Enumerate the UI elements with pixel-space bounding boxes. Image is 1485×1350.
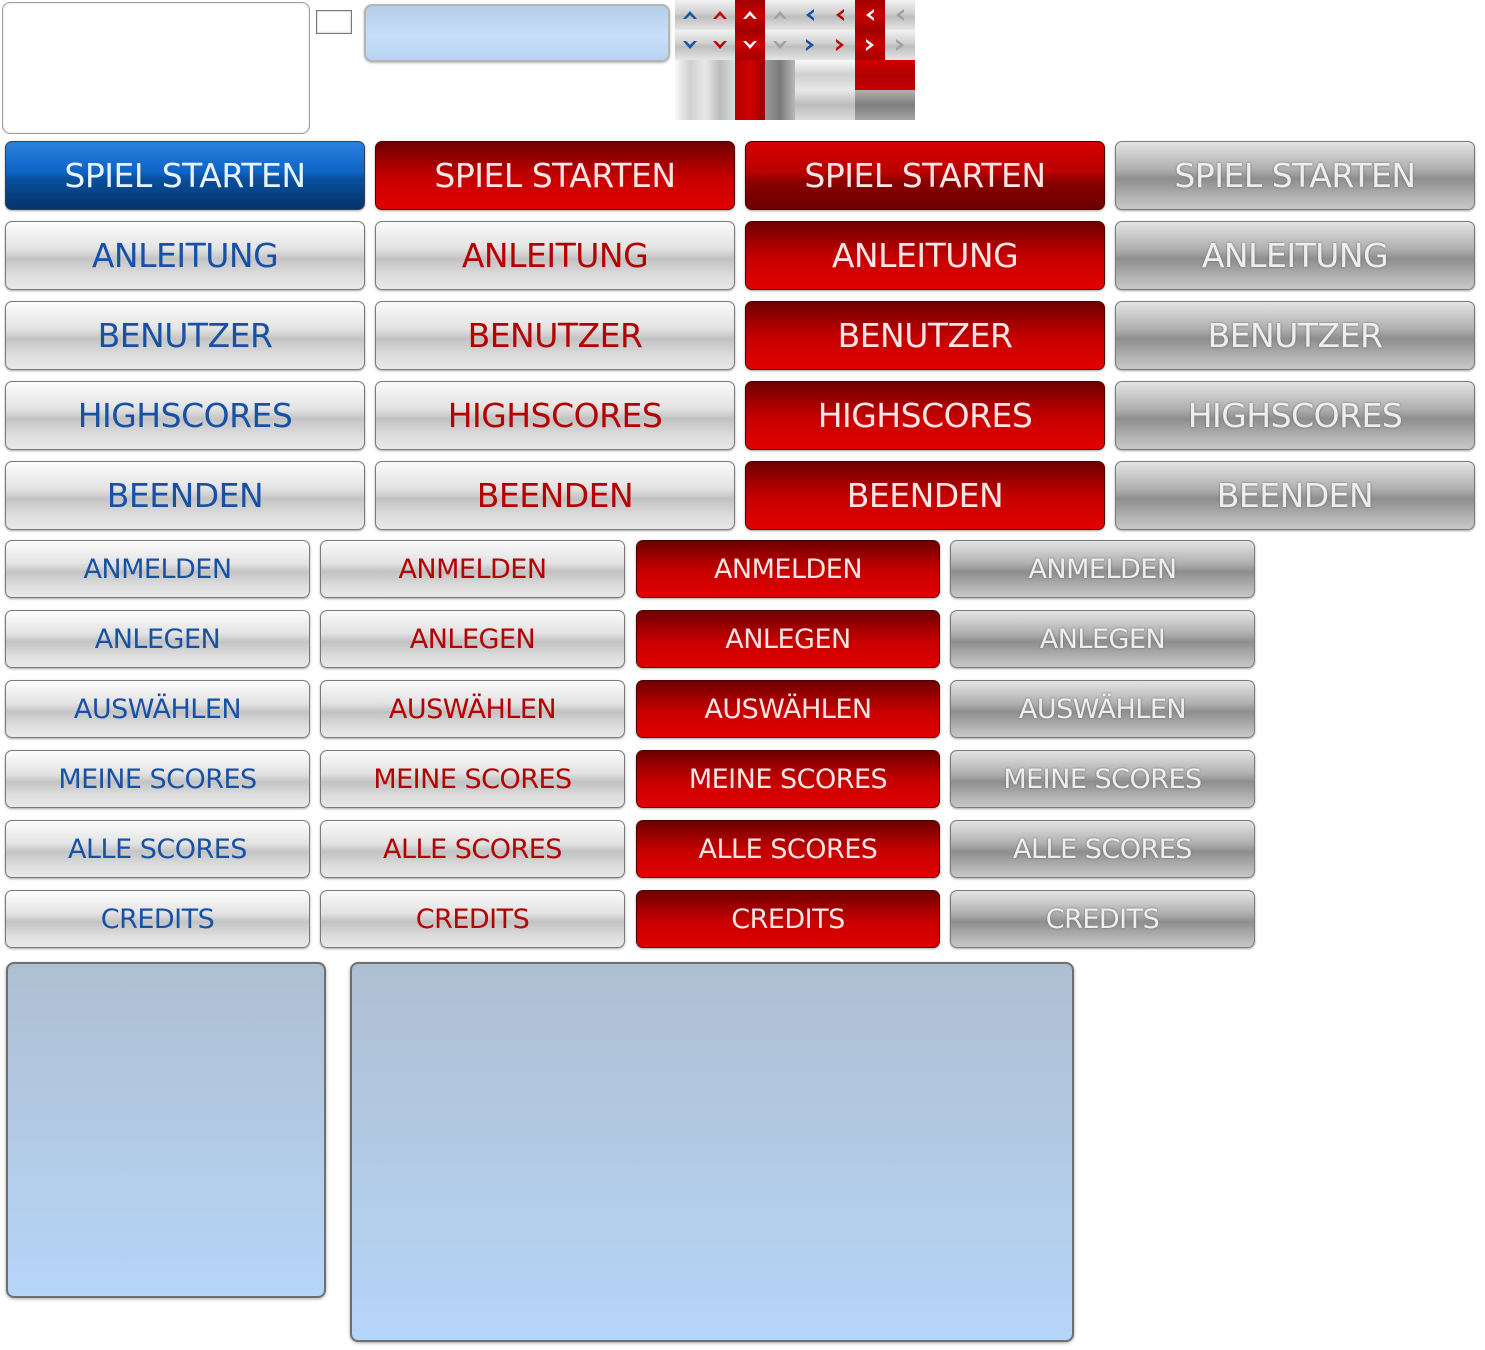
arrow-left-icon[interactable]	[825, 0, 855, 30]
meine-scores-button-hover[interactable]: MEINE SCORES	[320, 750, 625, 808]
anlegen-button-pressed[interactable]: ANLEGEN	[636, 610, 940, 668]
content-panel	[350, 962, 1074, 1342]
arrow-up-icon[interactable]	[675, 0, 705, 30]
scrollbar-track-vertical[interactable]	[675, 60, 705, 120]
auswaehlen-button[interactable]: AUSWÄHLEN	[5, 680, 310, 738]
auswaehlen-button-disabled: AUSWÄHLEN	[950, 680, 1255, 738]
scrollbar-thumb-vertical	[765, 60, 795, 120]
anleitung-button[interactable]: ANLEITUNG	[5, 221, 365, 290]
benutzer-button[interactable]: BENUTZER	[5, 301, 365, 370]
arrow-right-icon[interactable]	[825, 30, 855, 60]
arrow-down-icon[interactable]	[705, 30, 735, 60]
arrow-sprite-sheet	[675, 0, 915, 120]
alle-scores-button-hover[interactable]: ALLE SCORES	[320, 820, 625, 878]
highscores-button-disabled: HIGHSCORES	[1115, 381, 1475, 450]
anmelden-button[interactable]: ANMELDEN	[5, 540, 310, 598]
scrollbar-track-horizontal[interactable]	[795, 60, 855, 90]
arrow-up-icon[interactable]	[735, 0, 765, 30]
alle-scores-button-pressed[interactable]: ALLE SCORES	[636, 820, 940, 878]
spiel-starten-button-disabled: SPIEL STARTEN	[1115, 141, 1475, 210]
beenden-button-hover[interactable]: BEENDEN	[375, 461, 735, 530]
anmelden-button-pressed[interactable]: ANMELDEN	[636, 540, 940, 598]
arrow-up-icon[interactable]	[705, 0, 735, 30]
benutzer-button-disabled: BENUTZER	[1115, 301, 1475, 370]
credits-button-disabled: CREDITS	[950, 890, 1255, 948]
auswaehlen-button-pressed[interactable]: AUSWÄHLEN	[636, 680, 940, 738]
text-input-field[interactable]	[364, 4, 670, 62]
benutzer-button-hover[interactable]: BENUTZER	[375, 301, 735, 370]
highscores-button[interactable]: HIGHSCORES	[5, 381, 365, 450]
arrow-left-icon	[885, 0, 915, 30]
spiel-starten-button-hover[interactable]: SPIEL STARTEN	[375, 141, 735, 210]
credits-button-pressed[interactable]: CREDITS	[636, 890, 940, 948]
arrow-left-icon[interactable]	[795, 0, 825, 30]
anleitung-button-pressed[interactable]: ANLEITUNG	[745, 221, 1105, 290]
anlegen-button[interactable]: ANLEGEN	[5, 610, 310, 668]
alle-scores-button[interactable]: ALLE SCORES	[5, 820, 310, 878]
alle-scores-button-disabled: ALLE SCORES	[950, 820, 1255, 878]
meine-scores-button-disabled: MEINE SCORES	[950, 750, 1255, 808]
arrow-down-icon[interactable]	[675, 30, 705, 60]
spiel-starten-button-pressed[interactable]: SPIEL STARTEN	[745, 141, 1105, 210]
highscores-button-hover[interactable]: HIGHSCORES	[375, 381, 735, 450]
arrow-down-icon	[765, 30, 795, 60]
anleitung-button-hover[interactable]: ANLEITUNG	[375, 221, 735, 290]
benutzer-button-pressed[interactable]: BENUTZER	[745, 301, 1105, 370]
checkbox[interactable]	[316, 10, 352, 34]
highscores-button-pressed[interactable]: HIGHSCORES	[745, 381, 1105, 450]
credits-button-hover[interactable]: CREDITS	[320, 890, 625, 948]
anlegen-button-hover[interactable]: ANLEGEN	[320, 610, 625, 668]
arrow-right-icon	[885, 30, 915, 60]
meine-scores-button[interactable]: MEINE SCORES	[5, 750, 310, 808]
auswaehlen-button-hover[interactable]: AUSWÄHLEN	[320, 680, 625, 738]
scrollbar-thumb-horizontal[interactable]	[855, 60, 915, 90]
arrow-left-icon[interactable]	[855, 0, 885, 30]
scrollbar-track-horizontal[interactable]	[795, 90, 855, 120]
arrow-right-icon[interactable]	[795, 30, 825, 60]
anlegen-button-disabled: ANLEGEN	[950, 610, 1255, 668]
arrow-up-icon	[765, 0, 795, 30]
anleitung-button-disabled: ANLEITUNG	[1115, 221, 1475, 290]
meine-scores-button-pressed[interactable]: MEINE SCORES	[636, 750, 940, 808]
beenden-button[interactable]: BEENDEN	[5, 461, 365, 530]
anmelden-button-hover[interactable]: ANMELDEN	[320, 540, 625, 598]
scrollbar-thumb-vertical[interactable]	[735, 60, 765, 120]
arrow-right-icon[interactable]	[855, 30, 885, 60]
arrow-down-icon[interactable]	[735, 30, 765, 60]
scrollbar-thumb-horizontal	[855, 90, 915, 120]
credits-button[interactable]: CREDITS	[5, 890, 310, 948]
beenden-button-disabled: BEENDEN	[1115, 461, 1475, 530]
anmelden-button-disabled: ANMELDEN	[950, 540, 1255, 598]
spiel-starten-button[interactable]: SPIEL STARTEN	[5, 141, 365, 210]
beenden-button-pressed[interactable]: BEENDEN	[745, 461, 1105, 530]
multiline-text-area[interactable]	[2, 2, 310, 134]
side-panel	[6, 962, 326, 1298]
scrollbar-track-vertical[interactable]	[705, 60, 735, 120]
